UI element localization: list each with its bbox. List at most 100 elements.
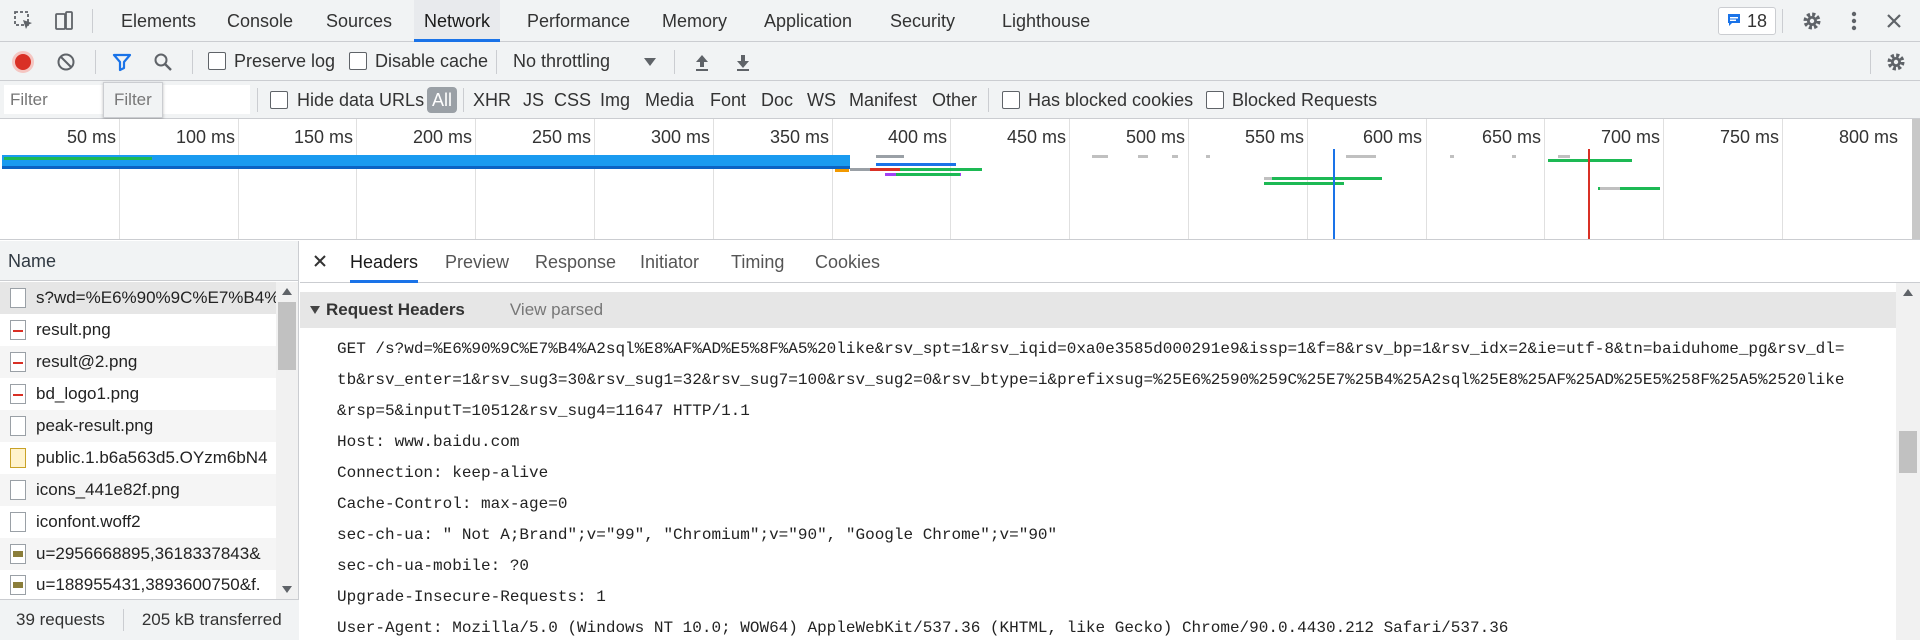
list-item[interactable]: result.png [0, 314, 276, 346]
tab-application[interactable]: Application [760, 0, 856, 41]
grid-line [594, 119, 595, 239]
tab-cookies[interactable]: Cookies [815, 241, 880, 283]
type-filter-manifest[interactable]: Manifest [849, 90, 917, 111]
tab-headers[interactable]: Headers [350, 241, 419, 283]
inspect-element-icon[interactable] [12, 9, 36, 33]
more-options-icon[interactable] [1842, 9, 1866, 33]
header-line: tb&rsv_enter=1&rsv_sug3=30&rsv_sug1=32&r… [337, 371, 1845, 389]
grid-line [238, 119, 239, 239]
expand-triangle-icon[interactable] [310, 306, 320, 314]
preserve-log-checkbox[interactable] [208, 52, 226, 70]
tab-lighthouse[interactable]: Lighthouse [998, 0, 1094, 41]
type-filter-ws[interactable]: WS [807, 90, 836, 111]
blocked-requests-checkbox[interactable] [1206, 91, 1224, 109]
tab-security[interactable]: Security [886, 0, 959, 41]
list-item[interactable]: icons_441e82f.png [0, 474, 276, 506]
disable-cache-checkbox[interactable] [349, 52, 367, 70]
chevron-down-icon[interactable] [644, 58, 656, 66]
type-filter-css[interactable]: CSS [554, 90, 591, 111]
scroll-up-icon[interactable] [282, 288, 292, 295]
record-button[interactable] [12, 51, 34, 73]
scroll-down-icon[interactable] [282, 586, 292, 593]
header-line: sec-ch-ua: " Not A;Brand";v="99", "Chrom… [337, 526, 1058, 544]
request-bar-waiting [4, 157, 152, 160]
request-name: u=2956668895,3618337843& [36, 544, 261, 563]
scrollbar-thumb[interactable] [278, 302, 296, 370]
search-icon[interactable] [151, 50, 175, 74]
has-blocked-cookies-checkbox[interactable] [1002, 91, 1020, 109]
type-filter-all[interactable]: All [427, 87, 458, 113]
detail-scrollbar[interactable] [1896, 283, 1920, 640]
type-filter-xhr[interactable]: XHR [473, 90, 511, 111]
header-line: Cache-Control: max-age=0 [337, 495, 568, 513]
request-name: result@2.png [36, 352, 138, 371]
filter-icon[interactable] [110, 50, 134, 74]
list-item[interactable]: peak-result.png [0, 410, 276, 442]
import-har-icon[interactable] [690, 50, 714, 74]
request-bar [1450, 155, 1454, 158]
close-devtools-icon[interactable] [1882, 9, 1906, 33]
grid-line [1188, 119, 1189, 239]
tab-preview[interactable]: Preview [445, 241, 509, 283]
settings-gear-icon[interactable] [1800, 9, 1824, 33]
network-settings-gear-icon[interactable] [1884, 50, 1908, 74]
tab-timing[interactable]: Timing [731, 241, 784, 283]
list-item[interactable]: result@2.png [0, 346, 276, 378]
grid-line [1782, 119, 1783, 239]
tab-initiator[interactable]: Initiator [640, 241, 699, 283]
tab-elements[interactable]: Elements [117, 0, 200, 41]
scrollbar-thumb[interactable] [1899, 431, 1917, 473]
device-toolbar-icon[interactable] [52, 9, 76, 33]
type-filter-media[interactable]: Media [645, 90, 694, 111]
name-column-header[interactable]: Name [0, 241, 298, 281]
header-line: GET /s?wd=%E6%90%9C%E7%B4%A2sql%E8%AF%AD… [337, 340, 1845, 358]
type-filter-img[interactable]: Img [600, 90, 630, 111]
scroll-up-icon[interactable] [1903, 289, 1913, 296]
tick-label: 650 ms [1481, 127, 1541, 147]
request-bar [876, 163, 956, 166]
type-filter-other[interactable]: Other [932, 90, 977, 111]
clear-icon[interactable] [54, 50, 78, 74]
request-bar [1264, 182, 1344, 185]
list-item[interactable]: u=188955431,3893600750&f. [0, 570, 276, 599]
request-bar [1092, 155, 1108, 158]
separator [463, 88, 464, 112]
request-bar [1346, 155, 1376, 158]
header-line: User-Agent: Mozilla/5.0 (Windows NT 10.0… [337, 619, 1509, 637]
tick-label: 750 ms [1719, 127, 1779, 147]
overview-resize-handle[interactable] [1912, 119, 1920, 239]
grid-line [713, 119, 714, 239]
request-bar [1138, 155, 1148, 158]
filter-bar: Filter Hide data URLs All XHR JS CSS Img… [0, 81, 1920, 119]
request-bar [1264, 177, 1382, 180]
type-filter-js[interactable]: JS [523, 90, 544, 111]
request-headers-section[interactable]: Request Headers View parsed [300, 292, 1896, 328]
separator [496, 50, 497, 74]
tab-memory[interactable]: Memory [658, 0, 731, 41]
close-icon[interactable] [312, 253, 328, 274]
type-filter-doc[interactable]: Doc [761, 90, 793, 111]
type-filter-font[interactable]: Font [710, 90, 746, 111]
list-item[interactable]: public.1.b6a563d5.OYzm6bN4 [0, 442, 276, 474]
tick-label: 500 ms [1125, 127, 1185, 147]
tab-sources[interactable]: Sources [322, 0, 396, 41]
throttling-select[interactable]: No throttling [513, 51, 610, 72]
list-item[interactable]: s?wd=%E6%90%9C%E7%B4%A2sql%E8%AF%AD [0, 282, 276, 314]
export-har-icon[interactable] [731, 50, 755, 74]
list-item[interactable]: iconfont.woff2 [0, 506, 276, 538]
tick-label: 700 ms [1600, 127, 1660, 147]
hide-data-urls-checkbox[interactable] [270, 91, 288, 109]
tab-network[interactable]: Network [414, 0, 501, 42]
tab-console[interactable]: Console [223, 0, 297, 41]
issues-badge[interactable]: 18 [1718, 7, 1777, 35]
transferred-size: 205 kB transferred [141, 610, 282, 629]
tab-response[interactable]: Response [535, 241, 616, 283]
list-item[interactable]: u=2956668895,3618337843& [0, 538, 276, 570]
jpeg-icon [10, 544, 26, 564]
tick-label: 100 ms [175, 127, 235, 147]
tab-performance[interactable]: Performance [523, 0, 634, 41]
network-overview[interactable]: 50 ms 100 ms 150 ms 200 ms 250 ms 300 ms… [0, 119, 1920, 240]
list-scrollbar[interactable] [276, 282, 298, 599]
list-item[interactable]: bd_logo1.png [0, 378, 276, 410]
view-parsed-link[interactable]: View parsed [510, 300, 603, 320]
